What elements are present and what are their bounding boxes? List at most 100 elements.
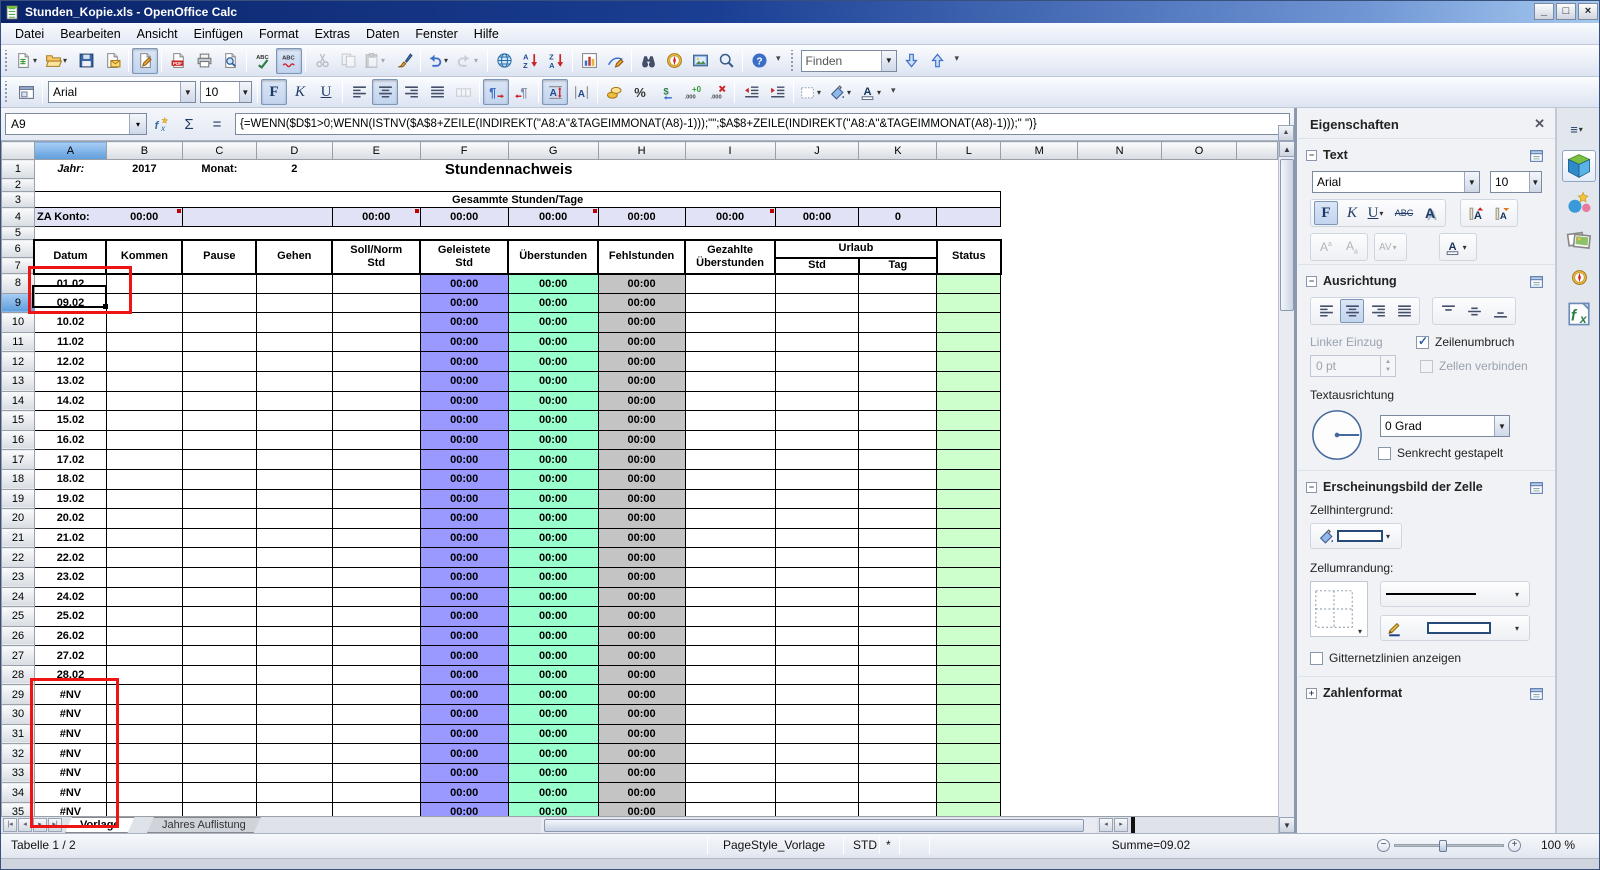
cell-I27[interactable] <box>685 646 775 666</box>
cell-N17[interactable] <box>1078 450 1162 470</box>
cell-D27[interactable] <box>256 646 332 666</box>
insert-chart-button[interactable] <box>576 48 602 74</box>
cell-F17[interactable]: 00:00 <box>420 450 508 470</box>
cell-L12[interactable] <box>937 352 1001 372</box>
cell-C6[interactable]: Pause <box>182 240 256 274</box>
cell-J30[interactable] <box>775 705 859 725</box>
cell-A4[interactable]: ZA Konto: <box>34 208 106 227</box>
cell-J24[interactable] <box>775 587 859 607</box>
chevron-down-icon[interactable]: ▼ <box>1464 172 1479 192</box>
cell-O32[interactable] <box>1162 744 1237 764</box>
cell-O3[interactable] <box>1162 192 1237 208</box>
cell-E12[interactable] <box>332 352 420 372</box>
cell-M17[interactable] <box>1001 450 1078 470</box>
vertically-stacked-checkbox[interactable] <box>1378 447 1391 460</box>
cell-J10[interactable] <box>775 313 859 333</box>
grow-font-button[interactable]: A <box>1464 201 1488 225</box>
cell-D22[interactable] <box>256 548 332 568</box>
cell-I11[interactable] <box>685 332 775 352</box>
gallery-button[interactable] <box>687 48 713 74</box>
cell-A9[interactable]: 09.02 <box>34 293 106 313</box>
cell-G22[interactable]: 00:00 <box>508 548 598 568</box>
cell-M13[interactable] <box>1001 371 1078 391</box>
cell-H25[interactable]: 00:00 <box>598 607 685 627</box>
add-decimal-button[interactable]: .000+0 <box>679 79 705 105</box>
cell-C34[interactable] <box>182 783 256 803</box>
help-button[interactable]: ? <box>746 48 772 74</box>
cell-E32[interactable] <box>332 744 420 764</box>
cell-E27[interactable] <box>332 646 420 666</box>
cell-O23[interactable] <box>1162 567 1237 587</box>
cell-I18[interactable] <box>685 469 775 489</box>
row-header-11[interactable]: 11 <box>2 332 35 352</box>
cell-G15[interactable]: 00:00 <box>508 411 598 431</box>
row-header-12[interactable]: 12 <box>2 352 35 372</box>
cell-B14[interactable] <box>106 391 182 411</box>
cell-L19[interactable] <box>937 489 1001 509</box>
cell-I14[interactable] <box>685 391 775 411</box>
split-window-handle[interactable]: ▲ <box>1278 125 1294 141</box>
sheet-tab-vorlage[interactable]: Vorlage <box>65 817 135 833</box>
row-header-31[interactable]: 31 <box>2 724 35 744</box>
chevron-down-icon[interactable]: ▼ <box>1494 416 1509 436</box>
cell-N24[interactable] <box>1078 587 1162 607</box>
function-wizard-button[interactable]: fx <box>148 112 174 136</box>
cell-D15[interactable] <box>256 411 332 431</box>
cell-C21[interactable] <box>182 528 256 548</box>
row-header-14[interactable]: 14 <box>2 391 35 411</box>
cell-fill-17[interactable] <box>1236 450 1277 470</box>
cell-A26[interactable]: 26.02 <box>34 626 106 646</box>
cell-L16[interactable] <box>937 430 1001 450</box>
cell-J34[interactable] <box>775 783 859 803</box>
scroll-right-button[interactable]: ▸ <box>1114 818 1128 832</box>
cell-E24[interactable] <box>332 587 420 607</box>
cell-D13[interactable] <box>256 371 332 391</box>
cell-K13[interactable] <box>859 371 937 391</box>
cell-I4[interactable]: 00:00 <box>685 208 775 227</box>
cell-O15[interactable] <box>1162 411 1237 431</box>
cell-E9[interactable] <box>332 293 420 313</box>
cell-A6[interactable]: Datum <box>34 240 106 274</box>
cell-F32[interactable]: 00:00 <box>420 744 508 764</box>
cell-I9[interactable] <box>685 293 775 313</box>
collapse-icon[interactable]: − <box>1306 482 1317 493</box>
cell-N22[interactable] <box>1078 548 1162 568</box>
cell-O35[interactable] <box>1162 803 1237 816</box>
row-header-23[interactable]: 23 <box>2 567 35 587</box>
cell-I13[interactable] <box>685 371 775 391</box>
cell-D10[interactable] <box>256 313 332 333</box>
text-vertical-button[interactable]: A <box>568 79 594 105</box>
cell-D24[interactable] <box>256 587 332 607</box>
cell-L15[interactable] <box>937 411 1001 431</box>
cell-J32[interactable] <box>775 744 859 764</box>
cell-K19[interactable] <box>859 489 937 509</box>
row-header-20[interactable]: 20 <box>2 509 35 529</box>
sidebar-tab-gallery[interactable] <box>1562 224 1596 256</box>
cell-L20[interactable] <box>937 509 1001 529</box>
cell-N27[interactable] <box>1078 646 1162 666</box>
cell-A33[interactable]: #NV <box>34 763 106 783</box>
row-header-32[interactable]: 32 <box>2 744 35 764</box>
sheet-tab-jahres-auflistung[interactable]: Jahres Auflistung <box>147 817 261 833</box>
save-button[interactable] <box>73 48 99 74</box>
cell-E19[interactable] <box>332 489 420 509</box>
first-sheet-button[interactable]: |◂ <box>3 818 17 832</box>
vertical-scroll-thumb[interactable] <box>1280 159 1294 311</box>
cell-fill-14[interactable] <box>1236 391 1277 411</box>
chevron-down-icon[interactable]: ▾ <box>877 88 886 97</box>
column-header-C[interactable]: C <box>182 142 256 160</box>
cell-fill-25[interactable] <box>1236 607 1277 627</box>
cell-K35[interactable] <box>859 803 937 816</box>
sidebar-strikethrough-button[interactable]: ABC <box>1392 201 1416 225</box>
currency-button[interactable] <box>601 79 627 105</box>
cell-O26[interactable] <box>1162 626 1237 646</box>
cell-J4[interactable]: 00:00 <box>775 208 859 227</box>
cell-A11[interactable]: 11.02 <box>34 332 106 352</box>
cell-A30[interactable]: #NV <box>34 705 106 725</box>
cell-fill-35[interactable] <box>1236 803 1277 816</box>
cell-G29[interactable]: 00:00 <box>508 685 598 705</box>
toolbar-overflow-button[interactable]: ▾ <box>776 53 781 64</box>
cell-K20[interactable] <box>859 509 937 529</box>
row-header-6[interactable]: 6 <box>2 240 35 258</box>
cell-K18[interactable] <box>859 469 937 489</box>
